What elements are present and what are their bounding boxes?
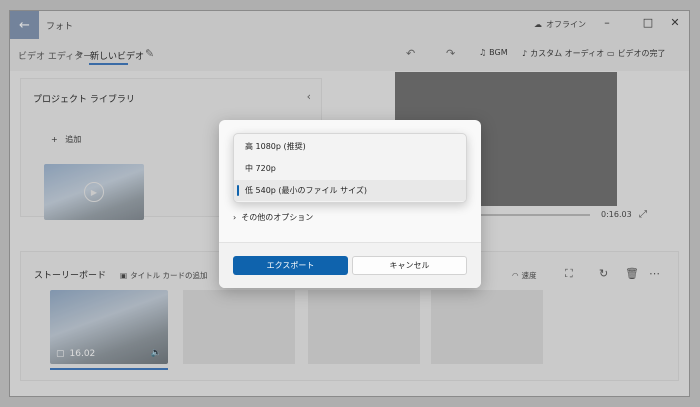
- more-options-label: その他のオプション: [241, 213, 314, 222]
- quality-dropdown: 高 1080p (推奨) 中 720p 低 540p (最小のファイル サイズ): [233, 133, 467, 203]
- selection-indicator: [237, 185, 239, 196]
- quality-option-high[interactable]: 高 1080p (推奨): [234, 136, 466, 157]
- quality-option-low[interactable]: 低 540p (最小のファイル サイズ): [234, 180, 466, 201]
- quality-option-low-label: 低 540p (最小のファイル サイズ): [245, 186, 367, 195]
- more-options-expander[interactable]: › その他のオプション: [233, 212, 313, 223]
- cancel-button[interactable]: キャンセル: [352, 256, 467, 275]
- quality-option-medium[interactable]: 中 720p: [234, 158, 466, 179]
- export-button[interactable]: エクスポート: [233, 256, 348, 275]
- chevron-right-icon: ›: [233, 213, 237, 222]
